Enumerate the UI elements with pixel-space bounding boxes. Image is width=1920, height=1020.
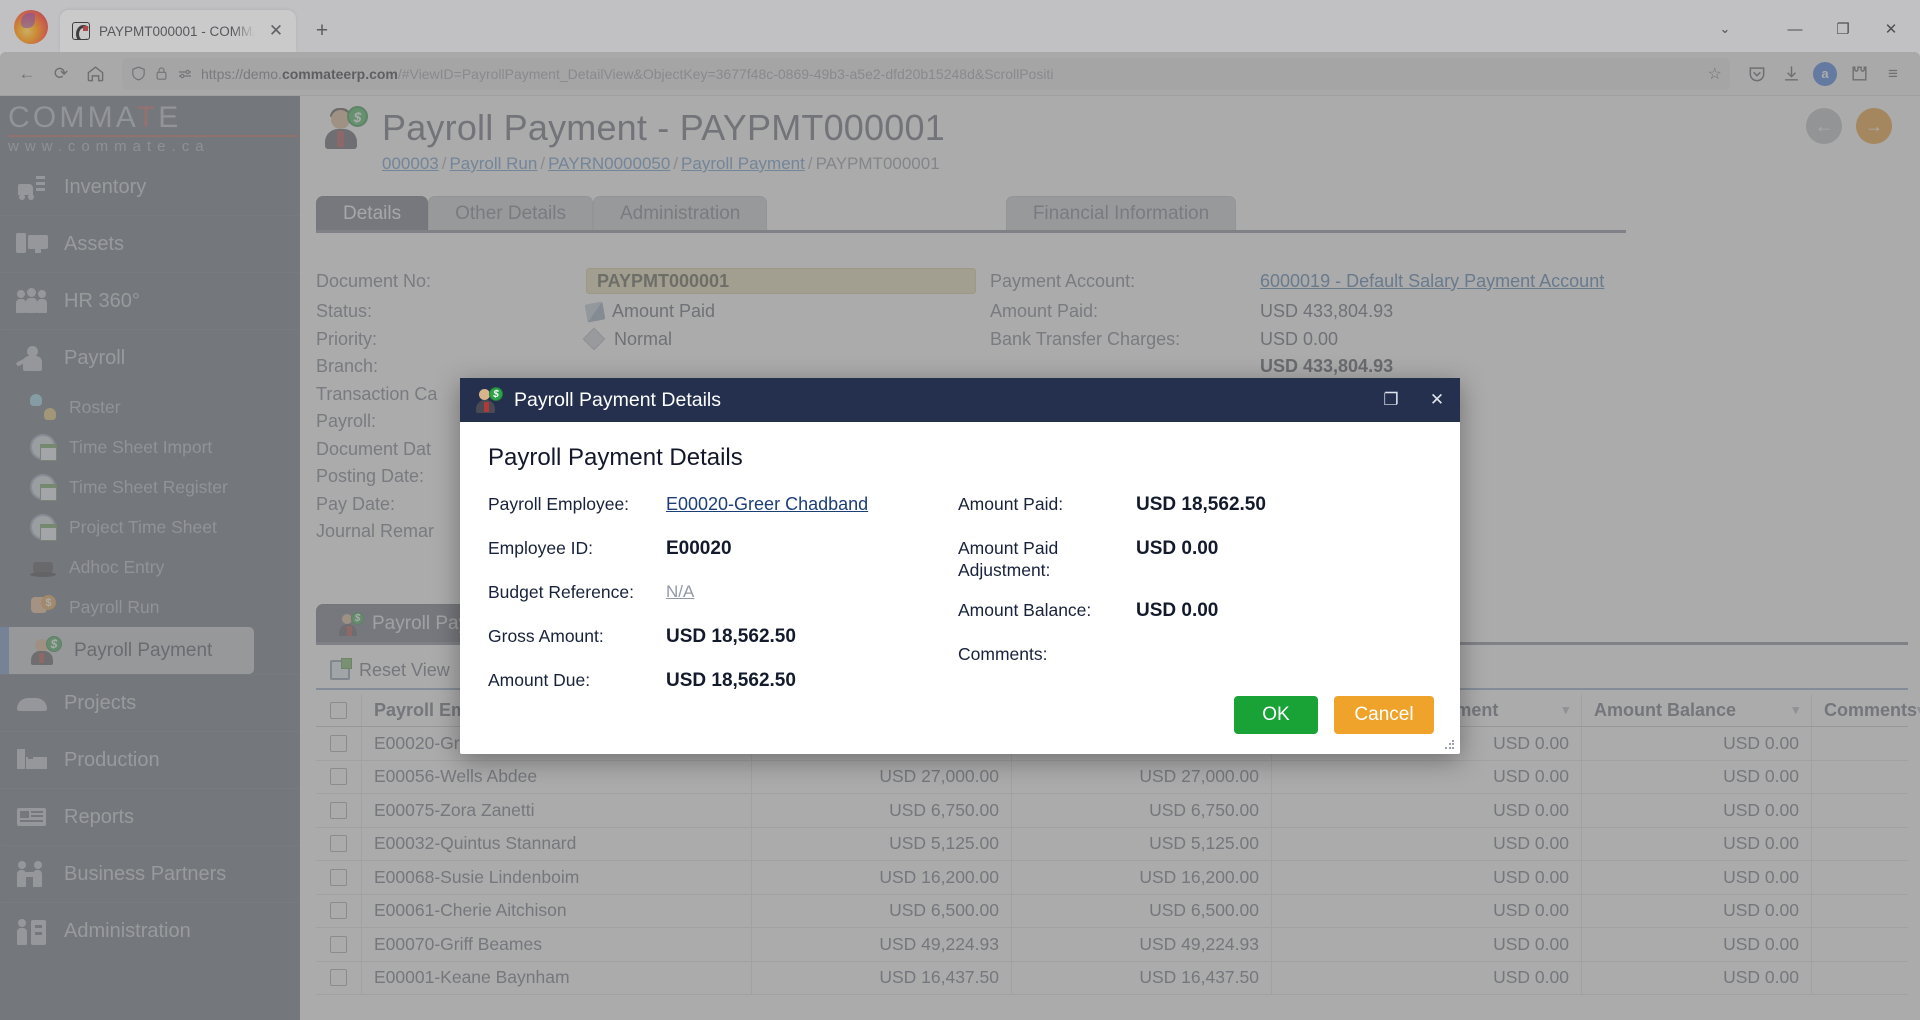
dialog-body: Payroll Payment Details Payroll Employee…: [460, 422, 1460, 754]
field-label: Payroll Employee:: [488, 494, 630, 514]
dialog-field-comments: Comments:: [958, 644, 1428, 670]
field-label: Employee ID:: [488, 538, 594, 558]
dialog-actions: OK Cancel: [1234, 696, 1434, 734]
amount-paid-value: USD 18,562.50: [1136, 494, 1266, 515]
dialog-field-budget-reference: Budget Reference: N/A: [488, 582, 958, 608]
dialog-left-column: Payroll Employee: E00020-Greer Chadband …: [488, 494, 958, 714]
dialog-titlebar[interactable]: $ Payroll Payment Details ❐ ✕: [460, 378, 1460, 422]
field-label: Amount Balance:: [958, 599, 1092, 620]
payroll-payment-details-dialog: $ Payroll Payment Details ❐ ✕ Payroll Pa…: [460, 378, 1460, 754]
field-label: Budget Reference:: [488, 582, 634, 602]
dialog-title: Payroll Payment Details: [514, 388, 721, 411]
dialog-close-button[interactable]: ✕: [1420, 383, 1454, 417]
employee-id-value: E00020: [666, 538, 732, 559]
ok-button[interactable]: OK: [1234, 696, 1318, 734]
dialog-field-payroll-employee: Payroll Employee: E00020-Greer Chadband: [488, 494, 958, 520]
dialog-field-gross-amount: Gross Amount: USD 18,562.50: [488, 626, 958, 652]
amount-paid-adjustment-value: USD 0.00: [1136, 538, 1219, 559]
budget-reference-value[interactable]: N/A: [666, 582, 694, 608]
dialog-heading: Payroll Payment Details: [488, 444, 743, 471]
amount-balance-value: USD 0.00: [1136, 599, 1219, 621]
dialog-right-column: Amount Paid: USD 18,562.50 Amount Paid A…: [958, 494, 1428, 714]
dialog-field-employee-id: Employee ID: E00020: [488, 538, 958, 564]
dialog-minimize-button[interactable]: ❐: [1374, 383, 1408, 417]
field-label: Amount Paid Adjustment:: [958, 538, 1059, 580]
payroll-payment-icon: $: [476, 387, 503, 413]
field-label: Amount Paid:: [958, 494, 1064, 514]
dialog-field-grid: Payroll Employee: E00020-Greer Chadband …: [488, 494, 1434, 714]
dialog-field-amount-paid: Amount Paid: USD 18,562.50: [958, 494, 1428, 520]
amount-due-value: USD 18,562.50: [666, 670, 796, 691]
dialog-field-amount-paid-adjustment: Amount Paid Adjustment: USD 0.00: [958, 538, 1428, 582]
cancel-button[interactable]: Cancel: [1334, 696, 1434, 734]
dialog-resize-grip[interactable]: [1444, 739, 1456, 751]
dialog-field-amount-balance: Amount Balance: USD 0.00: [958, 600, 1428, 626]
field-label: Amount Due:: [488, 670, 591, 690]
dialog-field-amount-due: Amount Due: USD 18,562.50: [488, 670, 958, 696]
field-label: Gross Amount:: [488, 626, 604, 646]
payroll-employee-value[interactable]: E00020-Greer Chadband: [666, 494, 868, 520]
gross-amount-value: USD 18,562.50: [666, 626, 796, 647]
field-label: Comments:: [958, 643, 1048, 664]
